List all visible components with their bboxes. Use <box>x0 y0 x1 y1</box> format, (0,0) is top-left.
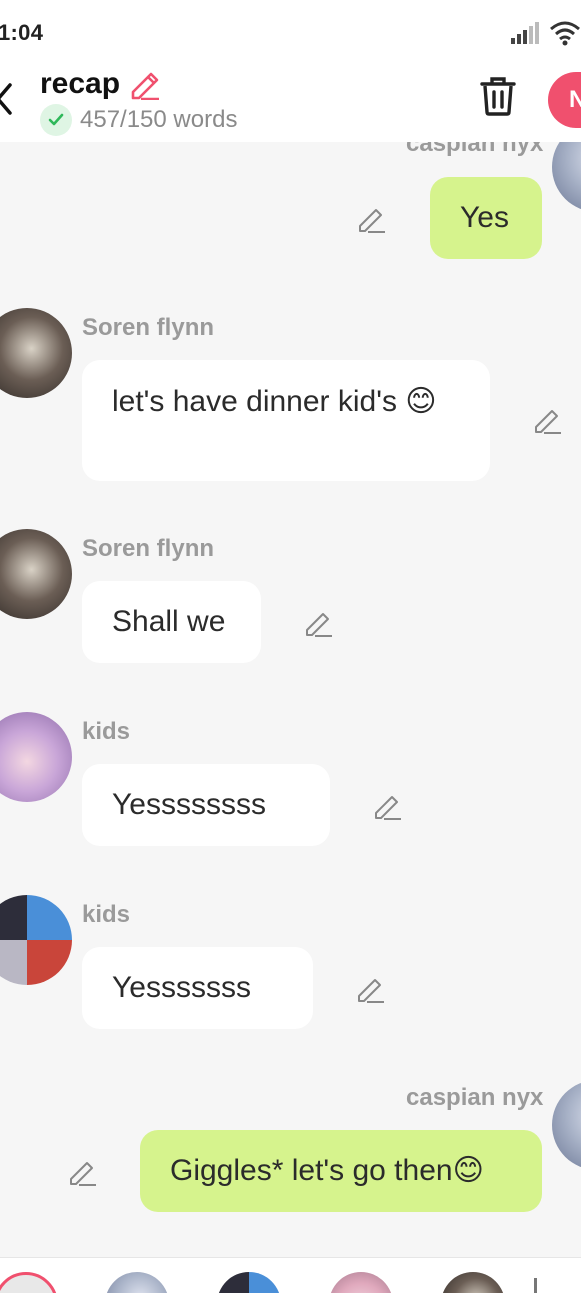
message-bubble[interactable]: Yes <box>430 177 542 259</box>
character-tab-bar <box>0 1257 581 1293</box>
pencil-icon[interactable] <box>356 204 386 234</box>
status-bar: 1:04 <box>0 0 581 62</box>
message-bubble[interactable]: Shall we <box>82 581 261 663</box>
check-icon <box>40 104 72 136</box>
tab-avatar[interactable] <box>329 1272 393 1293</box>
sender-name: caspian nyx <box>406 1084 544 1111</box>
message-bubble[interactable]: let's have dinner kid's 😊 <box>82 360 490 481</box>
signal-icon <box>511 22 539 44</box>
avatar[interactable] <box>0 529 72 619</box>
avatar[interactable] <box>0 895 72 985</box>
message-bubble[interactable]: Giggles* let's go then😊 <box>140 1130 542 1212</box>
chevron-left-icon[interactable] <box>0 82 14 116</box>
sender-name: Soren flynn <box>82 314 215 341</box>
add-character-button[interactable] <box>0 1272 58 1293</box>
chat-thread: caspian nyx Yes Soren flynn let's have d… <box>0 142 581 1257</box>
pencil-icon[interactable] <box>355 974 385 1004</box>
tab-divider <box>534 1278 537 1293</box>
sender-name: kids <box>82 718 131 745</box>
pencil-icon[interactable] <box>532 405 562 435</box>
pencil-icon[interactable] <box>127 66 161 100</box>
avatar[interactable] <box>0 308 72 398</box>
avatar[interactable] <box>552 1080 581 1170</box>
word-count: 457/150 words <box>80 106 238 133</box>
pencil-icon[interactable] <box>67 1157 97 1187</box>
avatar[interactable] <box>0 712 72 802</box>
avatar[interactable] <box>552 142 581 212</box>
tab-avatar[interactable] <box>441 1272 505 1293</box>
sender-name: kids <box>82 901 131 928</box>
pencil-icon[interactable] <box>372 791 402 821</box>
tab-avatar[interactable] <box>217 1272 281 1293</box>
tab-avatar[interactable] <box>105 1272 169 1293</box>
sender-name: caspian nyx <box>406 142 544 157</box>
status-time: 1:04 <box>0 20 44 45</box>
new-button[interactable]: N <box>548 72 581 128</box>
sender-name: Soren flynn <box>82 535 215 562</box>
trash-icon[interactable] <box>478 74 518 118</box>
message-bubble[interactable]: Yesssssss <box>82 947 313 1029</box>
wifi-icon <box>550 21 580 46</box>
pencil-icon[interactable] <box>303 608 333 638</box>
message-bubble[interactable]: Yessssssss <box>82 764 330 846</box>
header: recap 457/150 words N <box>0 62 581 142</box>
page-title: recap <box>40 67 121 100</box>
